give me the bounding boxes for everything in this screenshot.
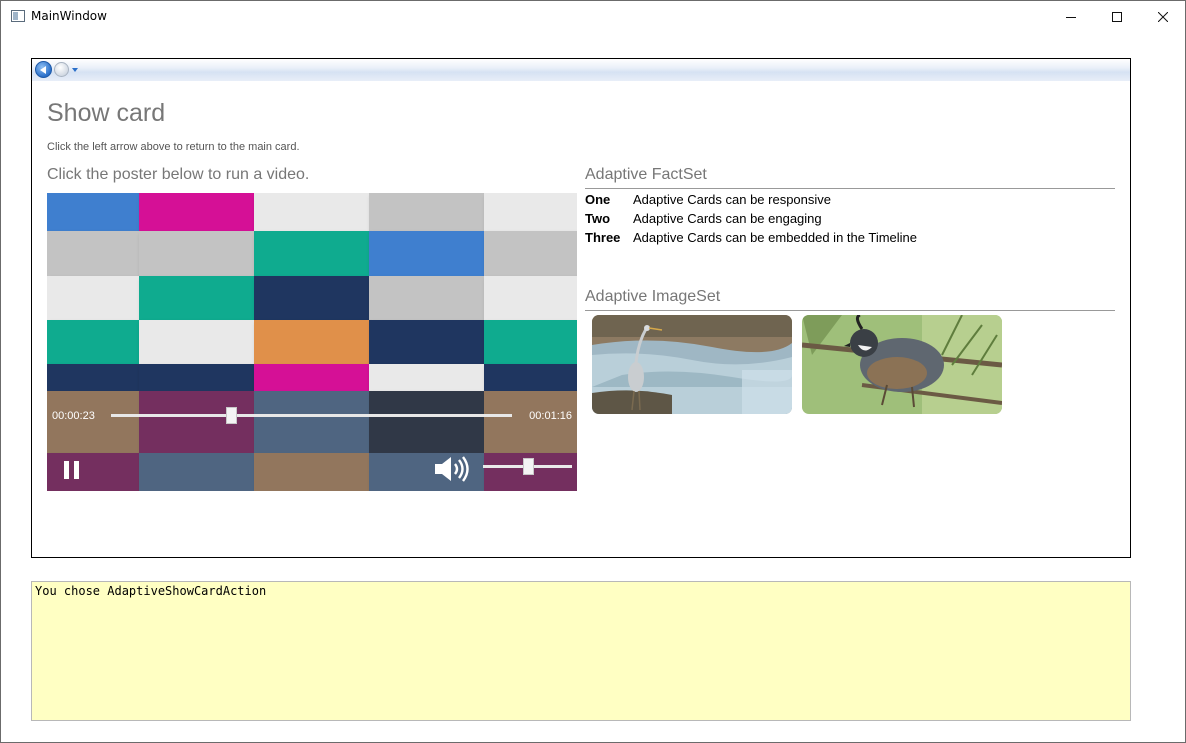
fact-value: Adaptive Cards can be embedded in the Ti…	[633, 230, 918, 245]
video-poster[interactable]: 00:00:23 00:01:16	[47, 193, 577, 491]
fact-row: Three Adaptive Cards can be embedded in …	[585, 230, 917, 249]
factset-heading: Adaptive FactSet	[585, 166, 707, 183]
fact-value: Adaptive Cards can be engaging	[633, 211, 822, 226]
imageset-divider	[585, 310, 1115, 311]
close-icon	[1158, 11, 1168, 22]
card-frame: Show card Click the left arrow above to …	[31, 58, 1131, 558]
poster-tile	[254, 231, 369, 276]
fact-title: Two	[585, 211, 611, 226]
close-button[interactable]	[1140, 1, 1186, 32]
main-window: MainWindow Show card Click the left arro…	[0, 0, 1186, 743]
imageset-heading: Adaptive ImageSet	[585, 288, 721, 305]
poster-tile	[47, 276, 139, 320]
total-duration: 00:01:16	[529, 410, 572, 422]
poster-tile	[254, 364, 369, 391]
chevron-down-icon[interactable]	[72, 68, 78, 72]
poster-tile	[139, 364, 254, 391]
poster-tile	[484, 193, 577, 231]
seek-bar[interactable]	[111, 414, 512, 417]
fact-title: One	[585, 192, 611, 207]
navigation-bar	[32, 59, 1130, 81]
poster-tile	[369, 320, 484, 364]
poster-tile	[254, 193, 369, 231]
fact-value: Adaptive Cards can be responsive	[633, 192, 832, 207]
fact-row: One Adaptive Cards can be responsive	[585, 192, 917, 211]
pause-icon[interactable]	[64, 461, 80, 479]
poster-tile	[369, 231, 484, 276]
quail-image[interactable]	[802, 315, 1002, 414]
volume-thumb[interactable]	[522, 458, 534, 475]
card-subtitle: Click the left arrow above to return to …	[47, 141, 300, 153]
window-title: MainWindow	[31, 9, 107, 23]
fact-title: Three	[585, 230, 621, 245]
poster-tile	[139, 320, 254, 364]
maximize-button[interactable]	[1094, 1, 1140, 32]
minimize-icon	[1066, 16, 1076, 18]
poster-tile	[369, 193, 484, 231]
seek-thumb[interactable]	[226, 407, 238, 424]
factset-divider	[585, 188, 1115, 189]
poster-tile	[47, 364, 139, 391]
heron-image[interactable]	[592, 315, 792, 414]
poster-tile	[254, 276, 369, 320]
poster-tile	[47, 231, 139, 276]
poster-tile	[139, 231, 254, 276]
app-icon	[11, 10, 25, 22]
elapsed-time: 00:00:23	[52, 410, 95, 422]
forward-arrow-icon[interactable]	[54, 62, 69, 77]
maximize-icon	[1112, 11, 1122, 22]
output-text: You chose AdaptiveShowCardAction	[35, 584, 267, 598]
poster-tile	[139, 276, 254, 320]
back-arrow-icon[interactable]	[35, 61, 52, 78]
fact-row: Two Adaptive Cards can be engaging	[585, 211, 917, 230]
poster-tile	[484, 320, 577, 364]
poster-tile	[47, 193, 139, 231]
poster-tile	[484, 231, 577, 276]
poster-tile	[484, 364, 577, 391]
poster-caption: Click the poster below to run a video.	[47, 166, 310, 183]
poster-tile	[484, 276, 577, 320]
controls-overlay	[47, 391, 577, 491]
poster-tile	[254, 320, 369, 364]
title-bar[interactable]: MainWindow	[1, 1, 1185, 32]
speaker-icon[interactable]	[434, 455, 470, 483]
minimize-button[interactable]	[1048, 1, 1094, 32]
factset: One Adaptive Cards can be responsive Two…	[585, 192, 917, 249]
poster-tile	[369, 364, 484, 391]
poster-tile	[47, 320, 139, 364]
card-title: Show card	[47, 99, 166, 127]
poster-tile	[139, 193, 254, 231]
poster-tile	[369, 276, 484, 320]
output-panel[interactable]: You chose AdaptiveShowCardAction	[31, 581, 1131, 721]
